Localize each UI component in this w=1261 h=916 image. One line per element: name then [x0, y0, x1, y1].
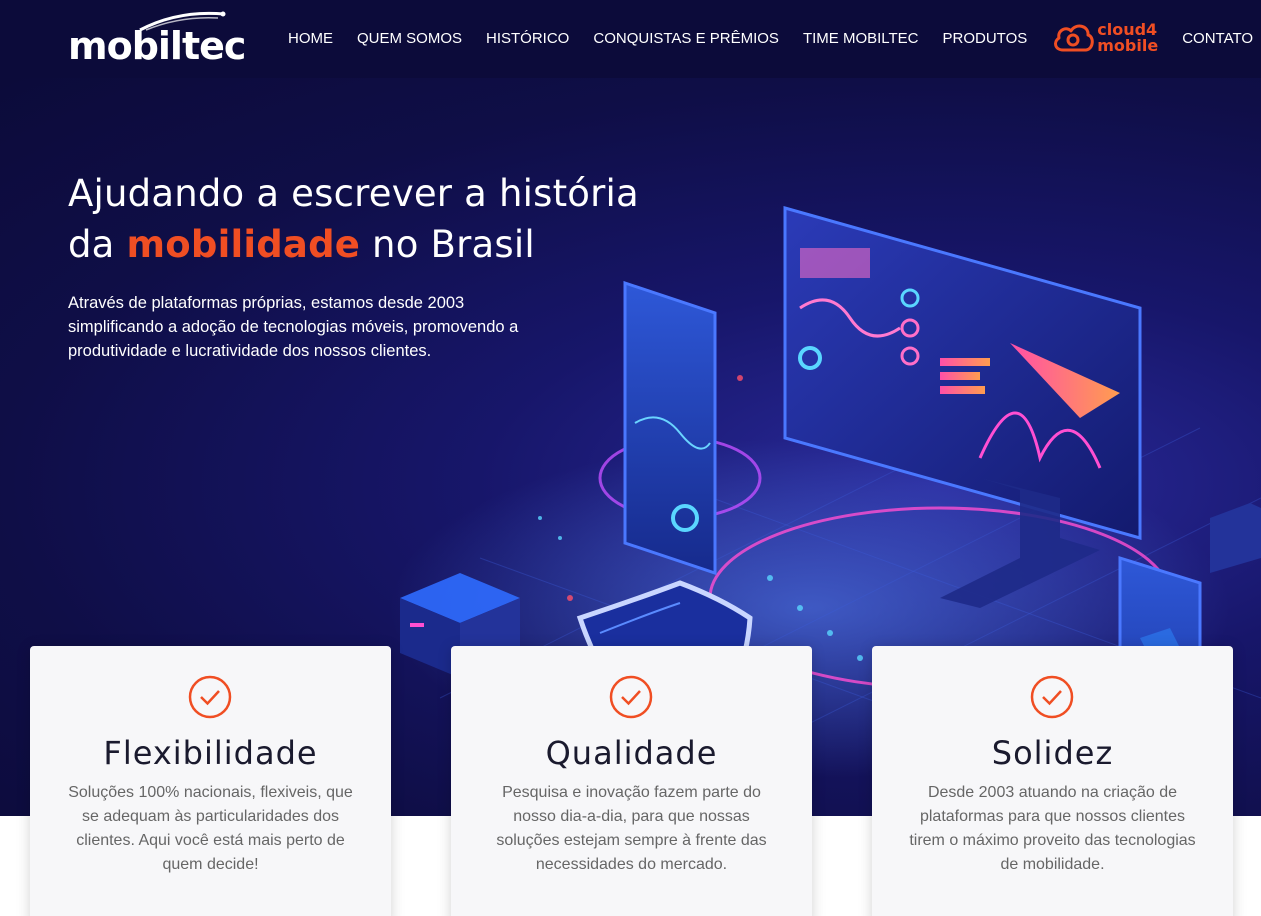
- hero-subtitle: Através de plataformas próprias, estamos…: [68, 294, 519, 360]
- nav-produtos[interactable]: PRODUTOS: [943, 30, 1028, 47]
- main-nav: HOME QUEM SOMOS HISTÓRICO CONQUISTAS E P…: [276, 0, 1261, 76]
- nav-quem-somos[interactable]: QUEM SOMOS: [357, 30, 462, 47]
- feature-card-solidez: Solidez Desde 2003 atuando na criação de…: [872, 646, 1233, 916]
- card-title: Solidez: [991, 734, 1114, 772]
- logo-text: mobiltec: [68, 24, 246, 68]
- nav-contato[interactable]: CONTATO: [1182, 30, 1253, 47]
- card-title: Flexibilidade: [103, 734, 318, 772]
- feature-card-flexibilidade: Flexibilidade Soluções 100% nacionais, f…: [30, 646, 391, 916]
- hero-title-line1: Ajudando a escrever a história: [68, 172, 639, 215]
- nav-home[interactable]: HOME: [288, 30, 333, 47]
- hero-title: Ajudando a escrever a história da mobili…: [68, 168, 668, 270]
- cloud-logo-line2: mobile: [1097, 36, 1159, 55]
- card-title: Qualidade: [545, 734, 718, 772]
- card-text: Pesquisa e inovação fazem parte do nosso…: [496, 784, 767, 873]
- card-text: Soluções 100% nacionais, flexiveis, que …: [68, 784, 353, 873]
- cloud-logo-text: cloud4 mobile: [1097, 22, 1158, 54]
- nav-cloud4mobile[interactable]: cloud4 mobile: [1051, 20, 1158, 56]
- nav-conquistas[interactable]: CONQUISTAS E PRÊMIOS: [593, 30, 779, 47]
- check-circle-icon: [609, 675, 653, 719]
- card-text: Desde 2003 atuando na criação de platafo…: [909, 784, 1196, 873]
- cloud-logo-icon: [1054, 24, 1094, 52]
- mobiltec-logo[interactable]: mobiltec: [68, 8, 246, 68]
- nav-time[interactable]: TIME MOBILTEC: [803, 30, 919, 47]
- feature-card-qualidade: Qualidade Pesquisa e inovação fazem part…: [451, 646, 812, 916]
- nav-historico[interactable]: HISTÓRICO: [486, 30, 569, 47]
- hero-title-pre: da: [68, 223, 127, 266]
- hero-title-accent: mobilidade: [126, 223, 361, 266]
- check-circle-icon: [188, 675, 232, 719]
- hero-title-post: no Brasil: [360, 223, 535, 266]
- site-header: mobiltec HOME QUEM SOMOS HISTÓRICO CONQU…: [0, 0, 1261, 78]
- check-circle-icon: [1030, 675, 1074, 719]
